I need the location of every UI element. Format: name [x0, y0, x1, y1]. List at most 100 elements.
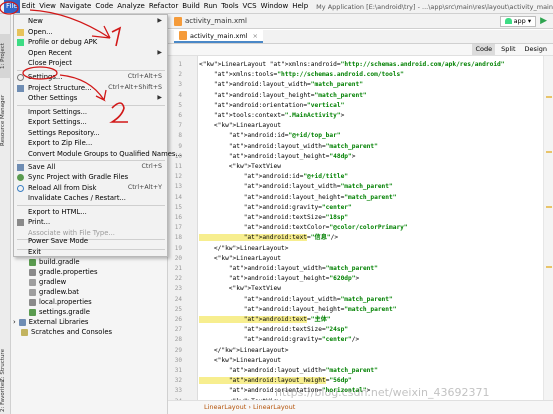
code-line[interactable]: <"kw">TextView [199, 162, 281, 172]
menu-item-save-all[interactable]: Save All Ctrl+S [14, 162, 167, 173]
menu-build[interactable]: Build [180, 0, 202, 13]
split-view-button[interactable]: Split [498, 44, 518, 55]
apk-icon [17, 39, 24, 46]
tab-activity-main[interactable]: activity_main.xml × [174, 30, 263, 43]
menu-item-exit[interactable]: Exit [14, 247, 167, 258]
code-line[interactable]: "at">android:textSize="24sp" [199, 325, 348, 335]
tree-item[interactable]: gradlew [29, 277, 66, 287]
line-number: 27 [174, 326, 182, 334]
tree-item[interactable]: settings.gradle [29, 307, 90, 317]
menu-item-project-structure[interactable]: Project Structure... Ctrl+Alt+Shift+S [14, 83, 167, 94]
project-tool-tab[interactable]: 1: Project [0, 34, 11, 78]
menu-view[interactable]: View [37, 0, 58, 13]
menu-item-export-zip[interactable]: Export to Zip File... [14, 138, 167, 149]
line-number: 23 [174, 285, 182, 293]
tool-window-strip: 1: Project Resource Manager Z: Structure… [0, 14, 11, 414]
code-line[interactable]: "at">android:layout_height="620dp"> [199, 274, 359, 284]
code-line[interactable]: </"kw">LinearLayout> [199, 244, 289, 254]
code-line[interactable]: <"kw">TextView [199, 284, 281, 294]
menu-item-power-save-mode[interactable]: Power Save Mode [14, 236, 167, 247]
code-line[interactable]: "at">android:layout_height="56dp" [199, 376, 352, 386]
code-view-button[interactable]: Code [472, 44, 496, 55]
menu-item-invalidate-caches[interactable]: Invalidate Caches / Restart... [14, 193, 167, 204]
menu-analyze[interactable]: Analyze [115, 0, 147, 13]
code-line[interactable]: <"kw">LinearLayout [199, 356, 281, 366]
code-line[interactable]: "at">xmlns:tools="http://schemas.android… [199, 70, 404, 80]
menu-navigate[interactable]: Navigate [58, 0, 93, 13]
editor-scrollbar[interactable] [543, 56, 553, 400]
run-configuration-select[interactable]: app ▾ [499, 15, 537, 27]
tree-item[interactable]: local.properties [29, 297, 92, 307]
project-structure-icon [17, 84, 24, 92]
code-line[interactable]: "at">android:layout_width="match_parent" [199, 80, 363, 90]
code-line[interactable]: "at">android:text="信息"/> [199, 233, 338, 243]
code-line[interactable]: "at">android:gravity="center" [199, 203, 352, 213]
code-line[interactable]: <"kw">LinearLayout [199, 254, 281, 264]
menu-item-convert-module-groups[interactable]: Convert Module Groups to Qualified Names… [14, 149, 182, 160]
menu-run[interactable]: Run [202, 0, 219, 13]
code-line[interactable]: "at">android:layout_width="match_parent" [199, 182, 393, 192]
menu-vcs[interactable]: VCS [240, 0, 258, 13]
code-line[interactable]: "at">android:orientation="vertical" [199, 101, 344, 111]
code-line[interactable]: </"kw">LinearLayout> [199, 346, 289, 356]
menu-item-print[interactable]: Print... [14, 217, 167, 228]
menu-item-reload-from-disk[interactable]: Reload All from Disk Ctrl+Alt+Y [14, 183, 167, 194]
tree-item[interactable]: › External Libraries [13, 317, 88, 327]
menu-item-settings-repository[interactable]: Settings Repository... [14, 128, 167, 139]
line-number: 3 [178, 81, 182, 89]
code-line[interactable]: "at">android:layout_width="match_parent" [199, 295, 393, 305]
code-line[interactable]: "at">tools:context=".MainActivity"> [199, 111, 344, 121]
menu-file[interactable]: File [4, 0, 20, 13]
code-line[interactable]: "at">android:id="@+id/title" [199, 172, 348, 182]
code-line[interactable]: <"kw">LinearLayout [199, 121, 281, 131]
menu-item-settings[interactable]: Settings... Ctrl+Alt+S [14, 72, 167, 83]
code-line[interactable]: "at">android:gravity="center"/> [199, 335, 360, 345]
code-line[interactable]: "at">android:layout_width="match_parent" [199, 264, 378, 274]
menu-tools[interactable]: Tools [219, 0, 240, 13]
menu-edit[interactable]: Edit [20, 0, 38, 13]
menu-item-profile-apk[interactable]: Profile or debug APK [14, 37, 167, 48]
xml-breadcrumb[interactable]: LinearLayout › LinearLayout [168, 400, 553, 414]
menu-code[interactable]: Code [93, 0, 115, 13]
line-number: 22 [174, 275, 182, 283]
code-line[interactable]: "at">android:layout_width="match_parent" [199, 366, 378, 376]
close-icon[interactable]: × [253, 32, 258, 40]
code-line[interactable]: "at">android:layout_height="48dp"> [199, 152, 356, 162]
tree-item[interactable]: gradlew.bat [29, 287, 79, 297]
menu-item-open-recent[interactable]: Open Recent ▶ [14, 48, 167, 59]
code-line[interactable]: "at">android:layout_width="match_parent" [199, 142, 378, 152]
tree-item[interactable]: gradle.properties [29, 267, 98, 277]
code-line[interactable]: "at">android:id="@+id/top_bar" [199, 131, 341, 141]
design-view-button[interactable]: Design [522, 44, 550, 55]
line-number: 13 [174, 183, 182, 191]
menu-help[interactable]: Help [290, 0, 310, 13]
code-line[interactable]: "at">android:orientation="horizontal"> [199, 386, 371, 396]
run-icon[interactable]: ▶ [540, 16, 547, 26]
code-editor[interactable]: <"kw">LinearLayout "at">xmlns:android="h… [199, 56, 543, 400]
menu-item-sync-gradle[interactable]: Sync Project with Gradle Files [14, 172, 167, 183]
line-number: 33 [174, 387, 182, 395]
menu-item-new[interactable]: New ▶ [14, 16, 167, 27]
tree-item[interactable]: build.gradle [29, 257, 80, 267]
menu-item-import-settings[interactable]: Import Settings... [14, 107, 167, 118]
menu-item-open[interactable]: Open... [14, 27, 167, 38]
menu-item-other-settings[interactable]: Other Settings ▶ [14, 93, 167, 104]
code-line[interactable]: "at">android:layout_height="match_parent… [199, 193, 397, 203]
menu-item-close-project[interactable]: Close Project [14, 58, 167, 69]
code-line[interactable]: "at">android:textColor="@color/colorPrim… [199, 223, 408, 233]
code-line[interactable]: "at">android:layout_height="match_parent… [199, 305, 397, 315]
code-line[interactable]: "at">android:text="主体" [199, 315, 331, 325]
resource-manager-tool-tab[interactable]: Resource Manager [0, 86, 11, 154]
code-line[interactable]: <"kw">LinearLayout "at">xmlns:android="h… [199, 60, 505, 70]
menu-item-export-settings[interactable]: Export Settings... [14, 117, 167, 128]
favorites-tool-tab[interactable]: 2: Favorites [0, 380, 11, 412]
nav-breadcrumb[interactable]: activity_main.xml [168, 16, 247, 26]
nav-breadcrumb-file[interactable]: activity_main.xml [185, 17, 247, 25]
code-line[interactable]: "at">android:layout_height="match_parent… [199, 91, 367, 101]
menu-item-export-html[interactable]: Export to HTML... [14, 207, 167, 218]
code-line[interactable]: "at">android:textSize="18sp" [199, 213, 348, 223]
menu-window[interactable]: Window [259, 0, 291, 13]
tree-item[interactable]: Scratches and Consoles [21, 327, 112, 337]
menu-refactor[interactable]: Refactor [147, 0, 180, 13]
file-icon [29, 288, 36, 296]
